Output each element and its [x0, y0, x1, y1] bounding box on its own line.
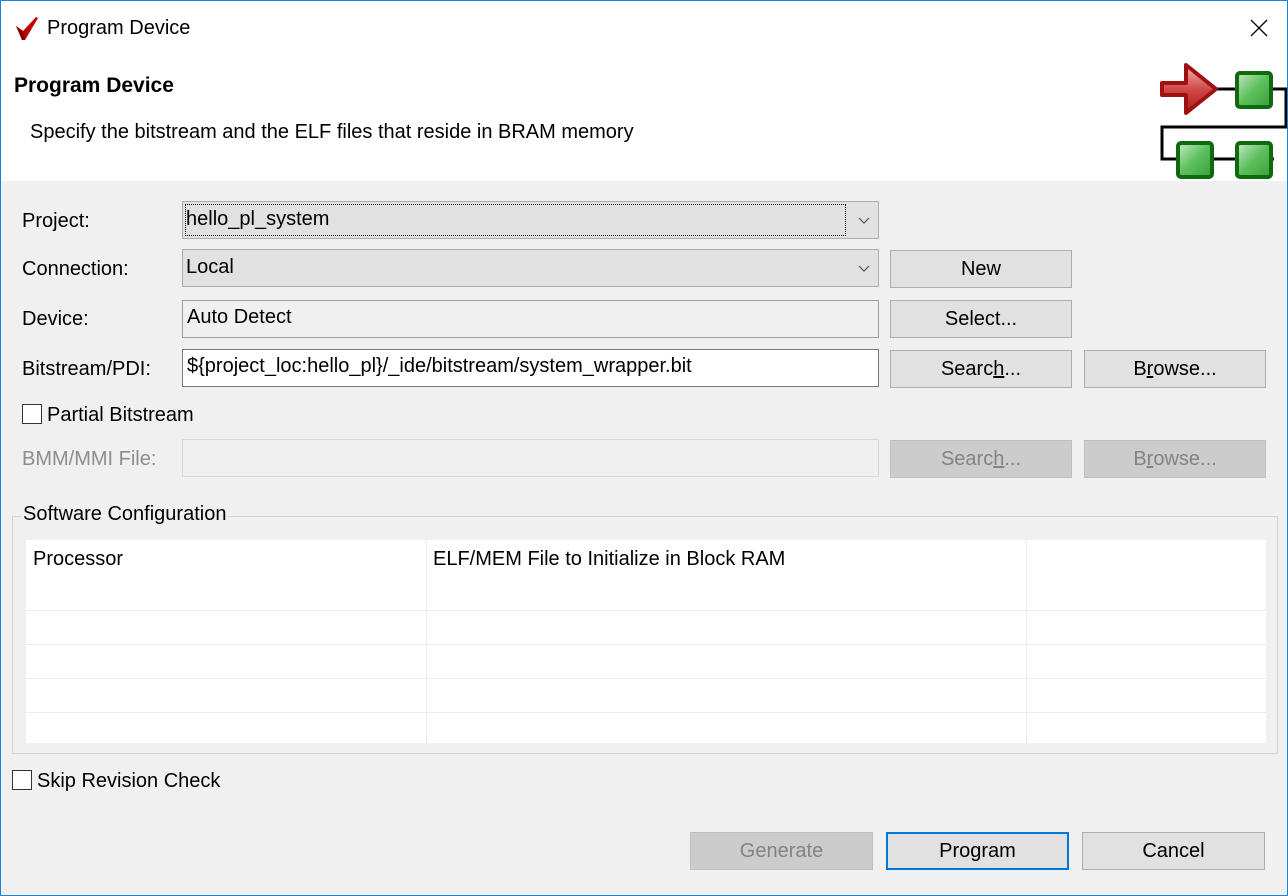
close-button[interactable]: [1231, 1, 1287, 55]
bitstream-label: Bitstream/PDI:: [22, 358, 151, 380]
table-row: [26, 678, 1266, 679]
connection-dropdown[interactable]: Local: [182, 249, 879, 287]
page-description: Specify the bitstream and the ELF files …: [30, 121, 634, 143]
button-text: ...: [1004, 448, 1022, 470]
title-bar: Program Device: [1, 1, 1287, 57]
vitis-logo-icon: [16, 17, 38, 40]
close-icon: [1250, 19, 1268, 37]
bitstream-search-button[interactable]: Search...: [890, 350, 1072, 388]
skip-revision-check-checkbox[interactable]: [12, 770, 32, 790]
partial-bitstream-label[interactable]: Partial Bitstream: [47, 404, 194, 427]
table-row: [26, 644, 1266, 645]
connection-value: Local: [186, 256, 234, 278]
button-text: owse...: [1153, 448, 1217, 470]
connection-label: Connection:: [22, 258, 129, 280]
mnemonic: h: [993, 358, 1005, 380]
window-title: Program Device: [47, 17, 191, 39]
column-header-elf-file: ELF/MEM File to Initialize in Block RAM: [433, 548, 786, 570]
button-text: Searc: [940, 448, 994, 470]
button-text: Searc: [940, 358, 994, 380]
program-device-dialog: Program Device Program Device Specify th…: [0, 0, 1288, 896]
program-device-graphic-icon: [1160, 63, 1287, 179]
device-label: Device:: [22, 308, 89, 330]
new-connection-button[interactable]: New: [890, 250, 1072, 288]
header-banner: Program Device Specify the bitstream and…: [1, 57, 1287, 181]
bitstream-input[interactable]: ${project_loc:hello_pl}/_ide/bitstream/s…: [182, 349, 879, 387]
button-text: ...: [1004, 358, 1022, 380]
bmm-file-input: [182, 439, 879, 477]
table-row: [26, 610, 1266, 611]
project-value: hello_pl_system: [186, 208, 330, 230]
mnemonic: h: [993, 448, 1005, 470]
cancel-button[interactable]: Cancel: [1082, 832, 1265, 870]
button-text: B: [1133, 448, 1147, 470]
software-configuration-table[interactable]: Processor ELF/MEM File to Initialize in …: [26, 540, 1266, 743]
project-dropdown[interactable]: hello_pl_system: [182, 201, 879, 239]
bitstream-browse-button[interactable]: Browse...: [1084, 350, 1266, 388]
chevron-down-icon: [858, 217, 870, 224]
button-text: B: [1133, 358, 1147, 380]
project-label: Project:: [22, 210, 90, 232]
table-row: [26, 712, 1266, 713]
button-text: owse...: [1153, 358, 1217, 380]
select-device-button[interactable]: Select...: [890, 300, 1072, 338]
bmm-search-button: Search...: [890, 440, 1072, 478]
partial-bitstream-checkbox[interactable]: [22, 404, 42, 424]
software-configuration-legend: Software Configuration: [21, 503, 229, 526]
bmm-file-label: BMM/MMI File:: [22, 448, 157, 470]
skip-revision-check-label[interactable]: Skip Revision Check: [37, 770, 220, 793]
program-button[interactable]: Program: [886, 832, 1069, 870]
column-header-processor: Processor: [33, 548, 124, 570]
chevron-down-icon: [858, 265, 870, 272]
generate-button: Generate: [690, 832, 873, 870]
bmm-browse-button: Browse...: [1084, 440, 1266, 478]
device-field: Auto Detect: [182, 300, 879, 338]
page-title: Program Device: [14, 74, 174, 97]
